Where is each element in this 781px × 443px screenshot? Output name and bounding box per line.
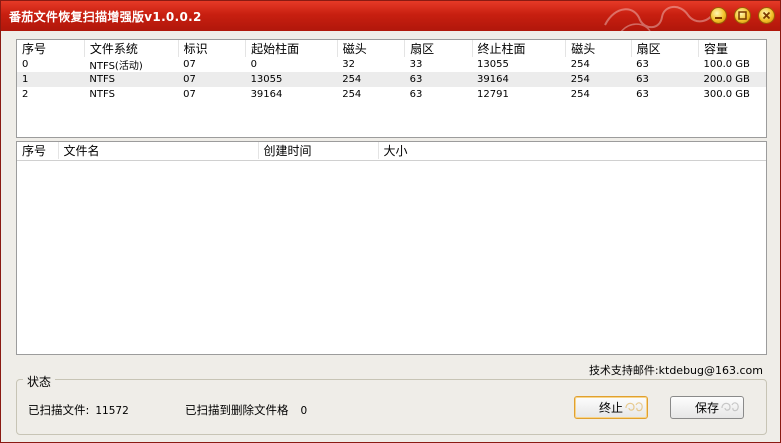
scanned-files-label: 已扫描文件: [28,403,90,417]
partition-list[interactable]: 序号 文件系统 标识 起始柱面 磁头 扇区 终止柱面 磁头 扇区 容量 0 NT… [16,39,767,138]
column-header-created-time[interactable]: 创建时间 [258,142,379,159]
cell: 39164 [250,89,283,100]
column-header-end-cylinder[interactable]: 终止柱面 [472,40,567,57]
close-button[interactable] [758,7,775,24]
cell: 254 [570,89,590,100]
window-title: 番茄文件恢复扫描增强版v1.0.0.2 [9,10,202,24]
column-header-end-head[interactable]: 磁头 [565,40,632,57]
cell: NTFS [89,89,115,100]
cell: 1 [22,74,29,85]
column-header-end-sector[interactable]: 扇区 [631,40,699,57]
cell: 63 [636,89,649,100]
table-row[interactable]: 1 NTFS 07 13055 254 63 39164 254 63 200.… [17,72,766,87]
column-header-start-head[interactable]: 磁头 [337,40,406,57]
swirl-decoration-icon [625,402,643,412]
scanned-files-value: 11572 [95,405,129,417]
stop-button[interactable]: 终止 [574,396,648,419]
cell: 07 [183,89,196,100]
column-header-index[interactable]: 序号 [17,40,85,57]
cell: 63 [636,74,649,85]
file-header-row: 序号 文件名 创建时间 大小 [17,142,766,159]
cell: 39164 [477,74,509,85]
cell: 13055 [477,59,509,70]
cell: 12791 [477,89,509,100]
title-bar[interactable]: 番茄文件恢复扫描增强版v1.0.0.2 [1,1,780,31]
column-header-capacity[interactable]: 容量 [698,40,766,57]
minimize-icon [715,17,722,19]
column-header-start-cylinder[interactable]: 起始柱面 [245,40,338,57]
cell: 63 [409,74,423,85]
column-header-start-sector[interactable]: 扇区 [404,40,473,57]
column-header-filename[interactable]: 文件名 [58,142,259,159]
file-list[interactable]: 序号 文件名 创建时间 大小 [16,141,767,355]
cell: NTFS [89,74,115,85]
maximize-button[interactable] [734,7,751,24]
header-divider [17,160,766,161]
cell: 0 [22,59,29,70]
cell: 100.0 GB [703,59,750,70]
cell: 200.0 GB [703,74,750,85]
minimize-button[interactable] [710,7,727,24]
cell: 254 [570,59,590,70]
cell: 254 [570,74,590,85]
swirl-decoration-icon [721,402,739,412]
cell: 0 [250,59,257,70]
save-button[interactable]: 保存 [670,396,744,419]
cell: 07 [183,59,196,70]
cell: 300.0 GB [703,89,750,100]
cell: NTFS(活动) [89,61,143,72]
cell: 2 [22,89,29,100]
cell: 63 [636,59,649,70]
cell: 63 [409,89,423,100]
table-row[interactable]: 2 NTFS 07 39164 254 63 12791 254 63 300.… [17,87,766,102]
deleted-files-stat: 已扫描到删除文件格 0 [185,402,307,418]
support-email: 技术支持邮件:ktdebug@163.com [588,364,763,377]
deleted-files-label: 已扫描到删除文件格 [185,403,289,417]
partition-header-row: 序号 文件系统 标识 起始柱面 磁头 扇区 终止柱面 磁头 扇区 容量 [17,40,766,57]
cell: 32 [342,59,355,70]
cell: 254 [342,89,362,100]
scanned-files-stat: 已扫描文件: 11572 [28,402,129,418]
column-header-filesystem[interactable]: 文件系统 [84,40,179,57]
stop-button-label: 终止 [598,401,623,415]
column-header-index[interactable]: 序号 [17,142,59,159]
close-icon [762,11,771,20]
status-legend: 状态 [23,373,56,390]
cell: 254 [342,74,362,85]
deleted-files-value: 0 [300,405,308,417]
app-window: 番茄文件恢复扫描增强版v1.0.0.2 序号 文件系统 标识 起始柱面 磁头 扇… [0,0,781,443]
cell: 33 [409,59,423,70]
save-button-label: 保存 [694,401,719,415]
cloud-decoration-icon [604,6,716,31]
column-header-id[interactable]: 标识 [178,40,247,57]
column-header-size[interactable]: 大小 [378,142,766,159]
table-row[interactable]: 0 NTFS(活动) 07 0 32 33 13055 254 63 100.0… [17,57,766,72]
maximize-icon [738,11,747,20]
cell: 13055 [250,74,283,85]
cell: 07 [183,74,196,85]
